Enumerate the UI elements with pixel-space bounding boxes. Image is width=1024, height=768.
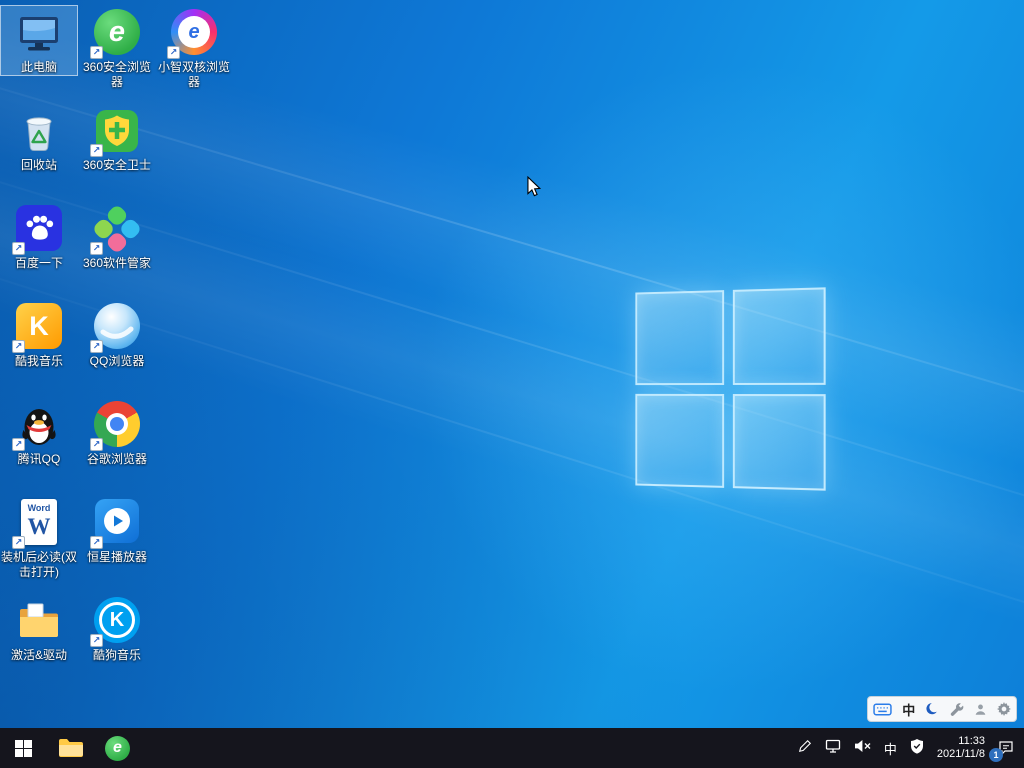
shortcut-arrow-icon: ↗ <box>90 144 103 157</box>
360-browser-icon: e <box>105 735 130 761</box>
network-icon[interactable] <box>825 739 841 758</box>
icon-label: 激活&驱动 <box>10 648 67 662</box>
moon-icon[interactable] <box>924 697 940 721</box>
windows-logo-pane <box>732 393 826 491</box>
shortcut-arrow-icon: ↗ <box>90 634 103 647</box>
shortcut-arrow-icon: ↗ <box>90 46 103 59</box>
icon-label: 恒星播放器 <box>86 550 147 564</box>
desktop-icon-xiaozhi-browser[interactable]: e ↗ 小智双核浏览器 <box>156 6 232 90</box>
shortcut-arrow-icon: ↗ <box>90 340 103 353</box>
xiaozhi-browser-icon: e ↗ <box>167 9 218 59</box>
windows-logo-pane <box>732 287 826 385</box>
shortcut-arrow-icon: ↗ <box>167 46 180 59</box>
shortcut-arrow-icon: ↗ <box>90 438 103 451</box>
desktop-icon-readme-doc[interactable]: Word W ↗ 装机后必读(双击打开) <box>1 496 77 580</box>
icon-label: 装机后必读(双击打开) <box>1 550 77 579</box>
shortcut-arrow-icon: ↗ <box>12 438 25 451</box>
desktop-icon-this-pc[interactable]: 此电脑 <box>0 5 78 76</box>
windows-start-icon <box>15 739 32 757</box>
shortcut-arrow-icon: ↗ <box>12 536 25 549</box>
360-browser-glyph: e <box>108 15 126 48</box>
star-player-icon: ↗ <box>90 499 141 549</box>
windows-logo-pane <box>635 393 724 488</box>
word-document-icon: Word W ↗ <box>12 499 63 549</box>
kugou-glyph: K <box>109 608 125 631</box>
tray-time: 11:33 <box>958 735 985 747</box>
icon-label: 酷狗音乐 <box>92 648 141 662</box>
gear-icon[interactable] <box>996 697 1012 721</box>
baidu-icon: ↗ <box>12 205 63 255</box>
icon-label: 360安全卫士 <box>82 158 152 172</box>
kugou-music-icon: K ↗ <box>90 597 141 647</box>
desktop-icon-tencent-qq[interactable]: ↗ 腾讯QQ <box>1 398 77 467</box>
desktop-icon-baidu[interactable]: ↗ 百度一下 <box>1 202 77 271</box>
ime-language-bar: 中 <box>867 696 1017 722</box>
desktop-icon-chrome[interactable]: ↗ 谷歌浏览器 <box>79 398 155 467</box>
pen-icon[interactable] <box>798 739 812 758</box>
desktop-icon-recycle-bin[interactable]: 回收站 <box>1 104 77 173</box>
icon-label: 腾讯QQ <box>17 452 61 466</box>
icon-label: 小智双核浏览器 <box>157 60 230 89</box>
icon-label: 此电脑 <box>20 60 57 74</box>
taskbar: e 中 11:33 2021/11/8 1 <box>0 728 1024 768</box>
ime-tray-indicator[interactable]: 中 <box>884 739 897 758</box>
shortcut-arrow-icon: ↗ <box>12 340 25 353</box>
windows-logo-pane <box>635 290 724 385</box>
shortcut-arrow-icon: ↗ <box>12 242 25 255</box>
file-explorer-icon <box>58 739 83 757</box>
word-logo-text: Word <box>27 503 51 513</box>
tray-clock[interactable]: 11:33 2021/11/8 <box>937 735 985 761</box>
notification-badge: 1 <box>989 748 1003 762</box>
qq-browser-icon: ↗ <box>90 303 141 353</box>
icon-label: 百度一下 <box>14 256 63 270</box>
qq-penguin-icon: ↗ <box>12 401 63 451</box>
volume-muted-icon[interactable] <box>854 739 871 758</box>
desktop-icon-qq-browser[interactable]: ↗ QQ浏览器 <box>79 300 155 369</box>
this-pc-icon <box>15 9 63 57</box>
system-tray: 中 11:33 2021/11/8 1 <box>798 728 1024 768</box>
desktop-icon-360-software-manager[interactable]: ↗ 360软件管家 <box>79 202 155 271</box>
chrome-icon: ↗ <box>90 401 141 451</box>
shortcut-arrow-icon: ↗ <box>90 536 103 549</box>
wrench-icon[interactable] <box>949 697 965 721</box>
folder-icon <box>15 597 63 645</box>
desktop-icon-360-browser[interactable]: e ↗ 360安全浏览器 <box>79 6 155 90</box>
windows-logo <box>635 287 826 491</box>
ime-mode-indicator[interactable]: 中 <box>901 697 916 721</box>
desktop-icon-360-safe-guard[interactable]: ↗ 360安全卫士 <box>79 104 155 173</box>
icon-label: 谷歌浏览器 <box>86 452 147 466</box>
action-center-button[interactable]: 1 <box>989 740 1014 762</box>
kuwo-glyph: K <box>29 310 49 341</box>
icon-label: 360软件管家 <box>82 256 152 270</box>
icon-label: 360安全浏览器 <box>82 60 152 89</box>
mouse-cursor <box>527 176 542 197</box>
desktop-icon-star-player[interactable]: ↗ 恒星播放器 <box>79 496 155 565</box>
word-letter: W <box>27 514 51 539</box>
icon-label: 回收站 <box>20 158 57 172</box>
desktop-icon-activation-drivers[interactable]: 激活&驱动 <box>1 594 77 663</box>
desktop-icon-kuwo-music[interactable]: K ↗ 酷我音乐 <box>1 300 77 369</box>
icon-label: QQ浏览器 <box>89 354 145 368</box>
user-icon[interactable] <box>973 697 988 721</box>
icon-label: 酷我音乐 <box>14 354 63 368</box>
360-browser-taskbar-button[interactable]: e <box>94 728 141 768</box>
360-browser-icon: e ↗ <box>90 9 141 59</box>
360-safe-guard-icon: ↗ <box>90 107 141 157</box>
360-software-manager-icon: ↗ <box>90 205 141 255</box>
recycle-bin-icon <box>15 107 63 155</box>
start-button[interactable] <box>0 728 47 768</box>
defender-shield-icon[interactable] <box>910 738 924 759</box>
keyboard-icon[interactable] <box>872 697 893 721</box>
shortcut-arrow-icon: ↗ <box>90 242 103 255</box>
tray-date: 2021/11/8 <box>936 748 985 760</box>
kuwo-music-icon: K ↗ <box>12 303 63 353</box>
desktop-icon-kugou-music[interactable]: K ↗ 酷狗音乐 <box>79 594 155 663</box>
xiaozhi-glyph: e <box>188 20 200 43</box>
file-explorer-button[interactable] <box>47 728 94 768</box>
